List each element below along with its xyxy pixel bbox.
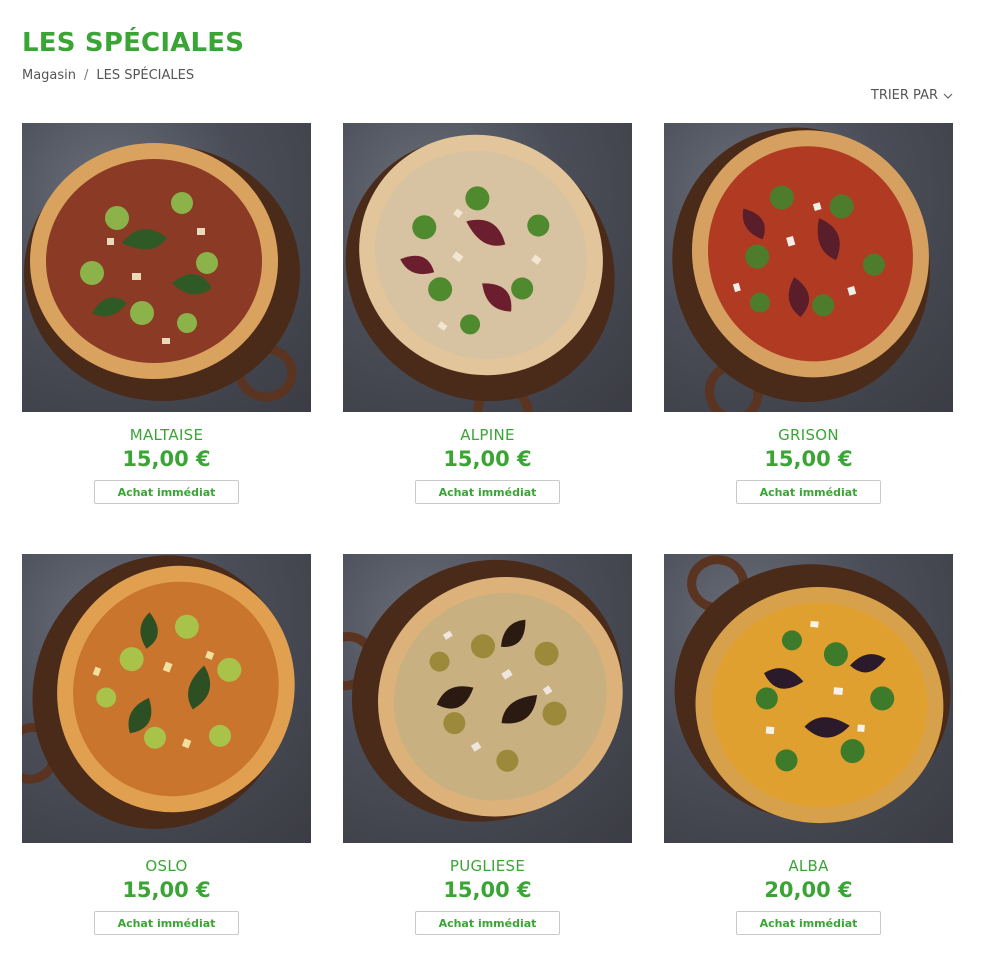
buy-now-button[interactable]: Achat immédiat bbox=[736, 480, 881, 504]
buy-now-button[interactable]: Achat immédiat bbox=[415, 480, 560, 504]
product-image[interactable] bbox=[664, 123, 953, 412]
pizza-image bbox=[22, 555, 295, 829]
product-image[interactable] bbox=[664, 554, 953, 843]
pizza-image bbox=[345, 134, 615, 412]
buy-now-button[interactable]: Achat immédiat bbox=[736, 911, 881, 935]
product-price: 15,00 € bbox=[764, 447, 853, 471]
product-image[interactable] bbox=[343, 554, 632, 843]
product-card: OSLO 15,00 € Achat immédiat bbox=[22, 554, 311, 980]
product-price: 15,00 € bbox=[443, 447, 532, 471]
page-title: LES SPÉCIALES bbox=[22, 28, 245, 58]
buy-now-button[interactable]: Achat immédiat bbox=[94, 911, 239, 935]
pizza-image bbox=[24, 143, 300, 402]
buy-now-button[interactable]: Achat immédiat bbox=[94, 480, 239, 504]
breadcrumb-home-link[interactable]: Magasin bbox=[22, 68, 76, 83]
product-image[interactable] bbox=[22, 554, 311, 843]
sort-label: TRIER PAR bbox=[870, 88, 938, 103]
pizza-image bbox=[672, 127, 930, 412]
pizza-image bbox=[674, 555, 951, 824]
product-price: 15,00 € bbox=[122, 447, 211, 471]
product-name[interactable]: ALPINE bbox=[343, 426, 632, 444]
sort-dropdown[interactable]: TRIER PAR bbox=[871, 88, 953, 103]
product-image[interactable] bbox=[22, 123, 311, 412]
product-image[interactable] bbox=[343, 123, 632, 412]
product-name[interactable]: ALBA bbox=[664, 857, 953, 875]
chevron-down-icon bbox=[943, 93, 953, 99]
product-name[interactable]: OSLO bbox=[22, 857, 311, 875]
product-card: MALTAISE 15,00 € Achat immédiat bbox=[22, 123, 311, 554]
breadcrumb: Magasin / LES SPÉCIALES bbox=[22, 68, 194, 83]
product-price: 15,00 € bbox=[443, 878, 532, 902]
product-name[interactable]: GRISON bbox=[664, 426, 953, 444]
product-name[interactable]: MALTAISE bbox=[22, 426, 311, 444]
breadcrumb-separator: / bbox=[84, 68, 89, 83]
product-price: 20,00 € bbox=[764, 878, 853, 902]
product-name[interactable]: PUGLIESE bbox=[343, 857, 632, 875]
product-grid: MALTAISE 15,00 € Achat immédiat ALPINE 1… bbox=[22, 123, 953, 980]
pizza-image bbox=[343, 559, 623, 822]
buy-now-button[interactable]: Achat immédiat bbox=[415, 911, 560, 935]
breadcrumb-current: LES SPÉCIALES bbox=[96, 68, 195, 83]
product-card: GRISON 15,00 € Achat immédiat bbox=[664, 123, 953, 554]
product-card: ALPINE 15,00 € Achat immédiat bbox=[343, 123, 632, 554]
product-price: 15,00 € bbox=[122, 878, 211, 902]
product-card: ALBA 20,00 € Achat immédiat bbox=[664, 554, 953, 980]
product-card: PUGLIESE 15,00 € Achat immédiat bbox=[343, 554, 632, 980]
